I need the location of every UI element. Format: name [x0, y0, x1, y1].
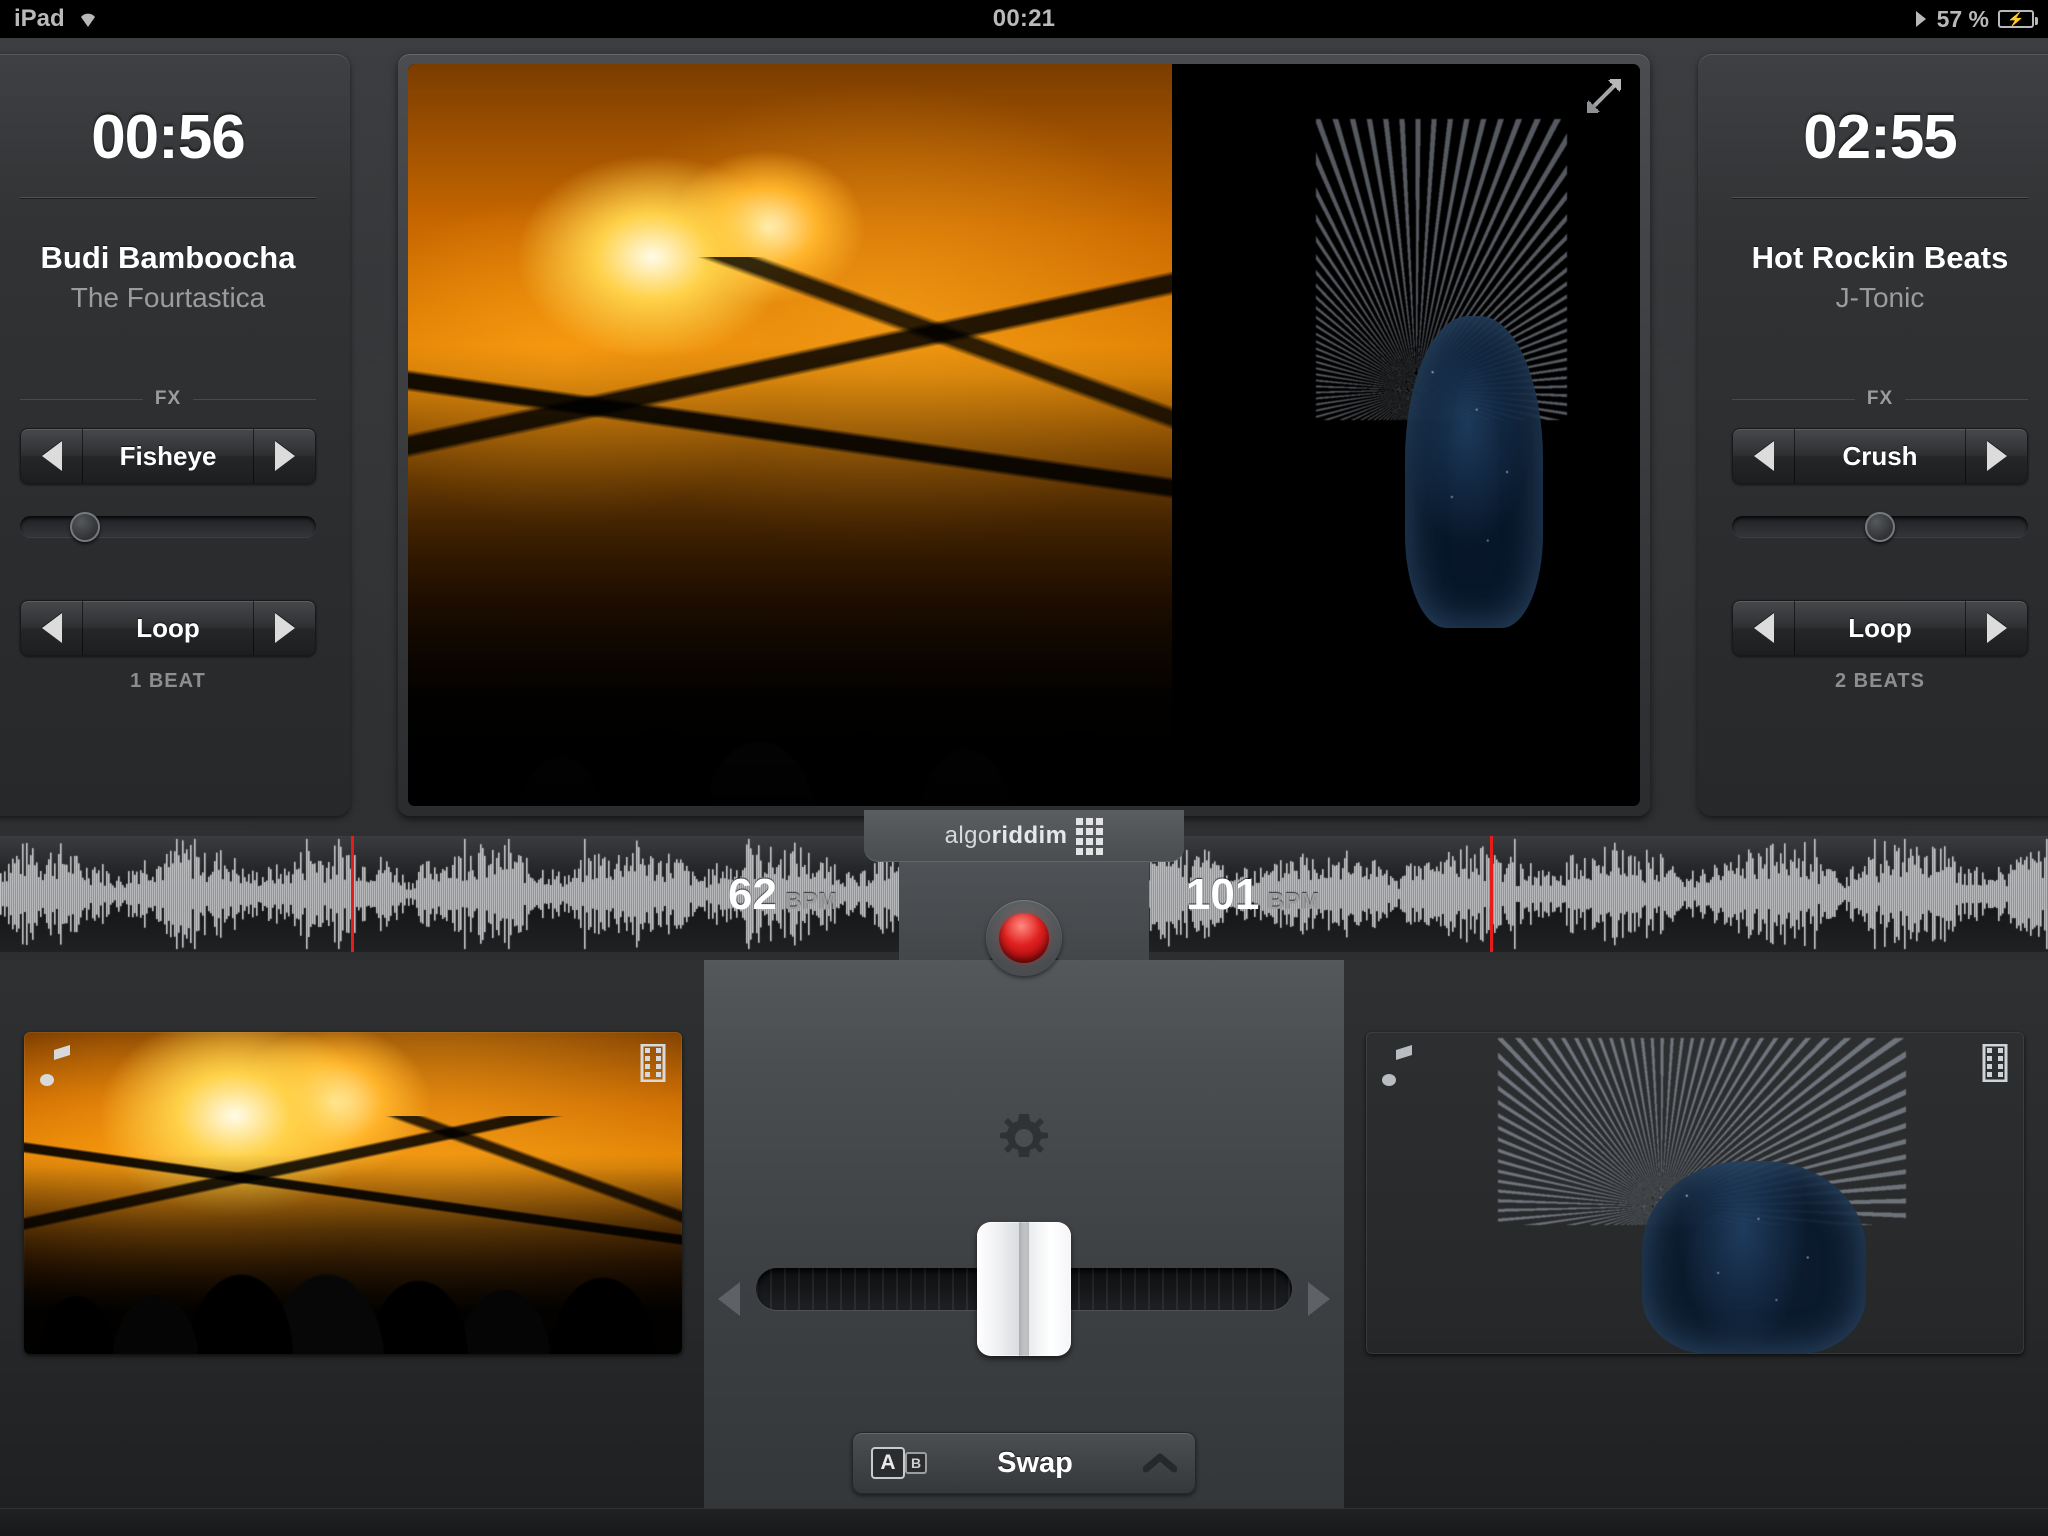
deck-a-fx-next-button[interactable] [253, 429, 315, 483]
chevron-up-icon[interactable] [1143, 1453, 1177, 1473]
deck-b-loop-beats: 2 BEATS [1835, 670, 1925, 692]
gear-icon[interactable] [994, 1108, 1054, 1168]
bottom-bezel [0, 1508, 2048, 1536]
dj-app-window: iPad 00:21 57 % ⚡ 00:56 Budi Bamboocha T… [0, 0, 2048, 1536]
algoriddim-logo: algoriddim [864, 810, 1184, 862]
deck-a-track-artist: The Fourtastica [70, 282, 266, 313]
deck-b-loop-prev-button[interactable] [1733, 601, 1795, 655]
arrow-left-icon[interactable] [718, 1282, 740, 1316]
deck-b-fx-name[interactable]: Crush [1795, 429, 1965, 483]
deck-a-loop-beats: 1 BEAT [130, 670, 206, 692]
battery-charging-icon: ⚡ [1998, 10, 2038, 28]
deck-b-bpm-value: 101 [1185, 870, 1260, 919]
music-note-icon [40, 1045, 70, 1086]
deck-a-fx-slider[interactable] [20, 512, 316, 542]
center-mixer-column: A B Swap [704, 900, 1344, 1536]
arrow-right-icon [1986, 441, 2007, 471]
arrow-right-icon [274, 441, 295, 471]
swap-label: Swap [997, 1446, 1073, 1479]
arrow-right-icon [274, 613, 295, 643]
slider-track [20, 516, 316, 537]
deck-b-loop-stepper[interactable]: Loop [1732, 600, 2028, 656]
brand-wordmark: algoriddim [945, 822, 1068, 850]
arrow-left-icon [1753, 441, 1774, 471]
deck-a-loop-prev-button[interactable] [21, 601, 83, 655]
preview-reflection [408, 687, 1640, 806]
deck-a-fx-prev-button[interactable] [21, 429, 83, 483]
music-note-icon [1382, 1045, 1412, 1086]
deck-a-loop-next-button[interactable] [253, 601, 315, 655]
deck-b-fx-prev-button[interactable] [1733, 429, 1795, 483]
deck-a-fx-stepper[interactable]: Fisheye [20, 428, 316, 484]
slider-knob[interactable] [1865, 512, 1895, 542]
crossfader[interactable] [704, 1218, 1344, 1358]
fx-label: FX [154, 388, 182, 409]
expand-arrows-icon[interactable] [1584, 76, 1624, 116]
grid-dots-icon [1076, 817, 1104, 855]
bpm-unit-label: BPM [784, 888, 838, 914]
deck-a-bottom-panel: SET [0, 960, 704, 1536]
deck-b-track-title: Hot Rockin Beats [1751, 240, 2009, 275]
deck-b-fx-slider[interactable] [1732, 512, 2028, 542]
film-strip-icon [640, 1044, 666, 1082]
deck-a-playhead [351, 836, 354, 952]
arrow-right-icon [1986, 613, 2007, 643]
deck-a-loop-label[interactable]: Loop [83, 601, 253, 655]
play-icon [1915, 11, 1926, 27]
arrow-left-icon [1753, 613, 1774, 643]
brand-name-light: algo [944, 822, 992, 849]
preview-pane-dancer [1233, 108, 1640, 628]
deck-a-loop-stepper[interactable]: Loop [20, 600, 316, 656]
deck-b-fx-header: FX [1732, 388, 2028, 410]
battery-percent-label: 57 % [1936, 5, 1989, 32]
deck-a-badge: A [871, 1447, 905, 1479]
deck-b-fx-next-button[interactable] [1965, 429, 2027, 483]
top-row: 00:56 Budi Bamboocha The Fourtastica FX … [0, 38, 2048, 828]
deck-b-bottom-panel: SET [1344, 960, 2048, 1536]
deck-a-thumbnail[interactable] [24, 1032, 682, 1354]
film-strip-icon [1982, 1044, 2008, 1082]
deck-b-thumbnail[interactable] [1366, 1032, 2024, 1354]
status-bar-right: 57 % ⚡ [1914, 5, 2038, 33]
deck-b-track-artist: J-Tonic [1835, 282, 1925, 313]
video-preview-panel[interactable] [398, 54, 1650, 816]
deck-b-fx-stepper[interactable]: Crush [1732, 428, 2028, 484]
arrow-left-icon [41, 613, 62, 643]
deck-a-fx-header: FX [20, 388, 316, 410]
app-body: 00:56 Budi Bamboocha The Fourtastica FX … [0, 38, 2048, 1536]
deck-b-time: 02:55 [1803, 103, 1958, 172]
record-button[interactable] [986, 900, 1062, 976]
deck-a-track-title: Budi Bamboocha [40, 240, 296, 275]
deck-a-time: 00:56 [91, 103, 246, 172]
deck-b-loop-label[interactable]: Loop [1795, 601, 1965, 655]
deck-b-badge: B [905, 1452, 927, 1474]
deck-a-fx-name[interactable]: Fisheye [83, 429, 253, 483]
arrow-right-icon[interactable] [1308, 1282, 1330, 1316]
ab-swap-icon: A B [871, 1445, 927, 1481]
crossfader-knob[interactable] [977, 1222, 1071, 1356]
swap-button[interactable]: A B Swap [852, 1432, 1196, 1494]
bpm-unit-label: BPM [1267, 888, 1320, 914]
ios-status-bar: iPad 00:21 57 % ⚡ [0, 0, 2048, 38]
record-dot-icon [999, 913, 1049, 963]
divider [20, 197, 316, 198]
status-bar-clock: 00:21 [992, 5, 1056, 32]
brand-name-bold: riddim [991, 822, 1068, 849]
deck-b-panel: 02:55 Hot Rockin Beats J-Tonic FX Crush [1698, 54, 2048, 816]
arrow-left-icon [41, 441, 62, 471]
video-preview-screen[interactable] [408, 64, 1640, 806]
divider [1732, 197, 2028, 198]
deck-b-bpm: 101 BPM [1186, 870, 1320, 920]
deck-a-bpm-value: 62 [728, 870, 777, 919]
deck-a-panel: 00:56 Budi Bamboocha The Fourtastica FX … [0, 54, 350, 816]
deck-b-playhead [1490, 836, 1493, 952]
slider-knob[interactable] [70, 512, 101, 542]
deck-b-loop-next-button[interactable] [1965, 601, 2027, 655]
fx-label: FX [1866, 388, 1894, 409]
deck-a-bpm: 62 BPM [728, 870, 838, 920]
